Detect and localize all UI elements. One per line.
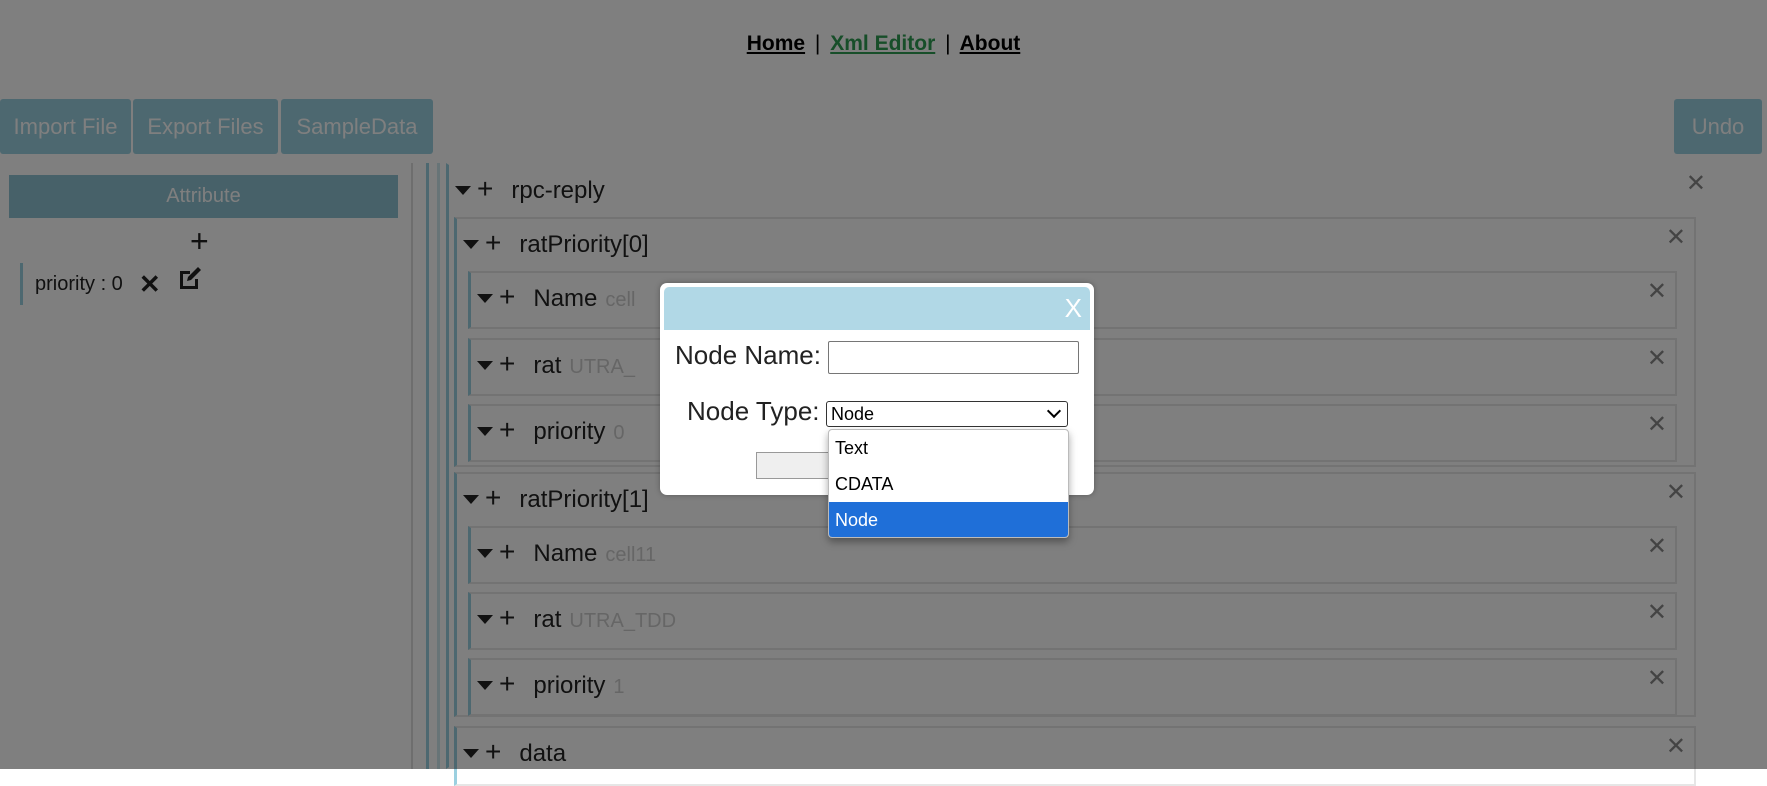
node-type-label: Node Type:	[687, 396, 820, 426]
node-type-selected-value: Node	[831, 404, 875, 424]
modal-submit-button[interactable]	[756, 452, 836, 479]
node-type-select[interactable]: Node	[826, 401, 1068, 427]
chevron-down-icon	[1046, 403, 1062, 419]
node-name-label: Node Name:	[675, 340, 821, 370]
dropdown-option-cdata[interactable]: CDATA	[829, 466, 1068, 502]
modal-header: X	[664, 287, 1090, 330]
dropdown-option-text[interactable]: Text	[829, 430, 1068, 466]
modal-close-button[interactable]: X	[1065, 293, 1082, 324]
node-name-input[interactable]	[828, 341, 1079, 374]
dropdown-option-node[interactable]: Node	[829, 502, 1068, 537]
node-type-dropdown: Text CDATA Node	[828, 429, 1069, 538]
